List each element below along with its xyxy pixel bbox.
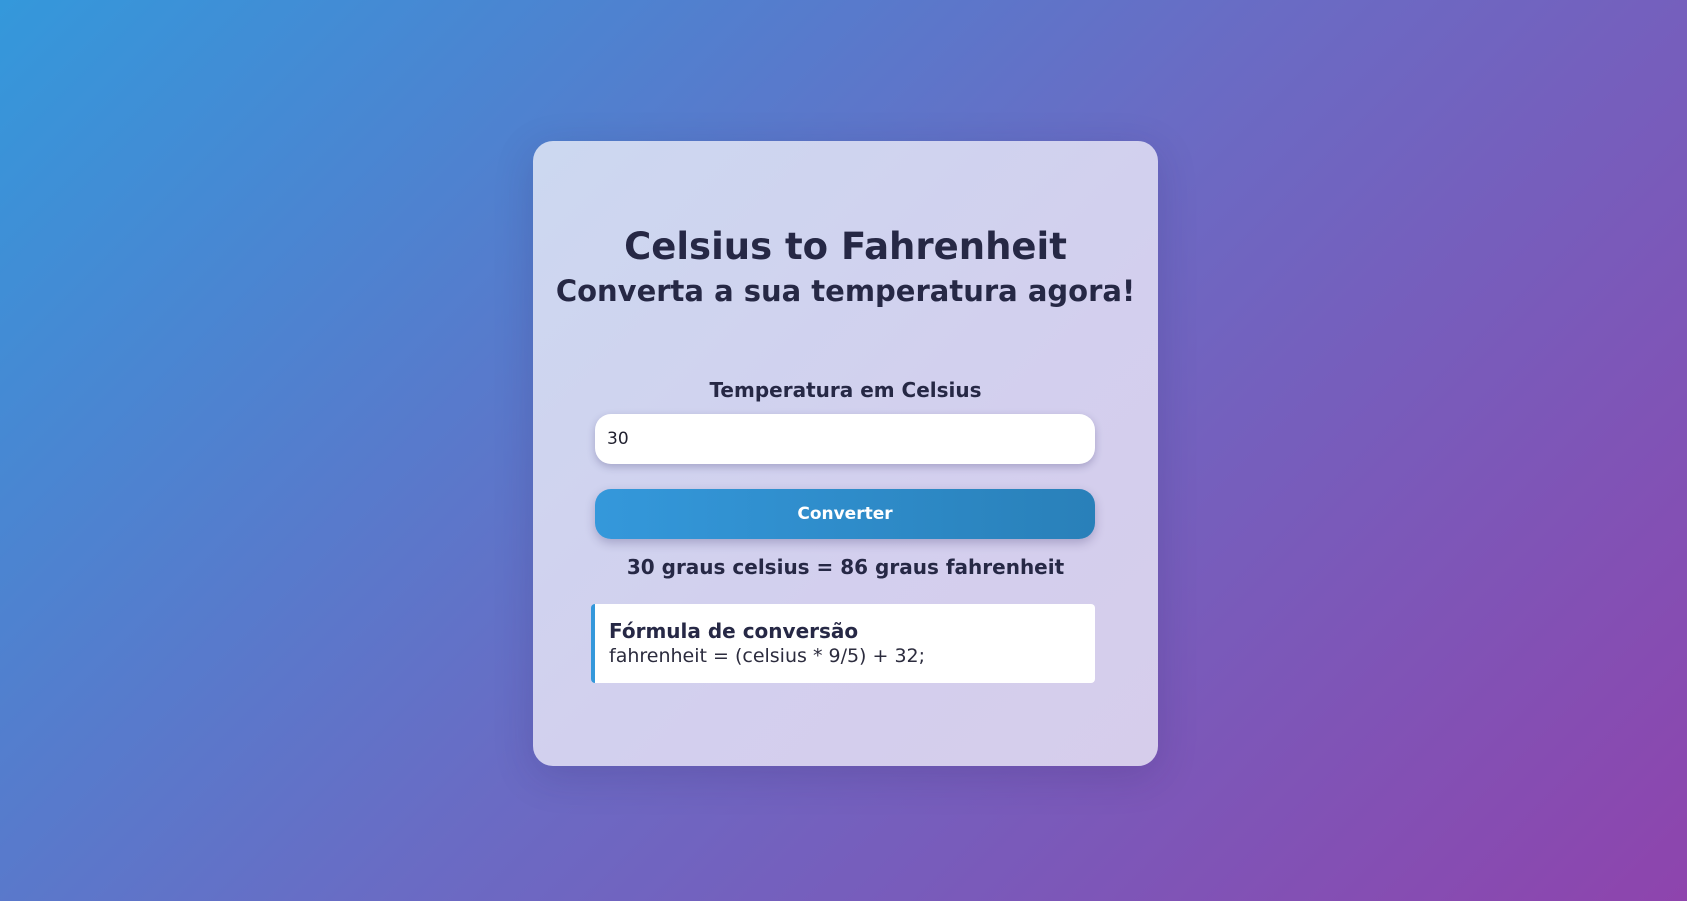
celsius-input[interactable] [595, 414, 1095, 464]
formula-box: Fórmula de conversão fahrenheit = (celsi… [591, 604, 1095, 683]
formula-title: Fórmula de conversão [609, 619, 859, 643]
celsius-label: Temperatura em Celsius [709, 378, 982, 402]
conversion-result: 30 graus celsius = 86 graus fahrenheit [626, 555, 1065, 579]
page-subtitle: Converta a sua temperatura agora! [555, 274, 1136, 308]
formula-text: fahrenheit = (celsius * 9/5) + 32; [609, 645, 926, 667]
converter-card: Celsius to Fahrenheit Converta a sua tem… [533, 141, 1158, 766]
page-title: Celsius to Fahrenheit [624, 225, 1067, 268]
convert-button[interactable]: Converter [595, 489, 1095, 539]
